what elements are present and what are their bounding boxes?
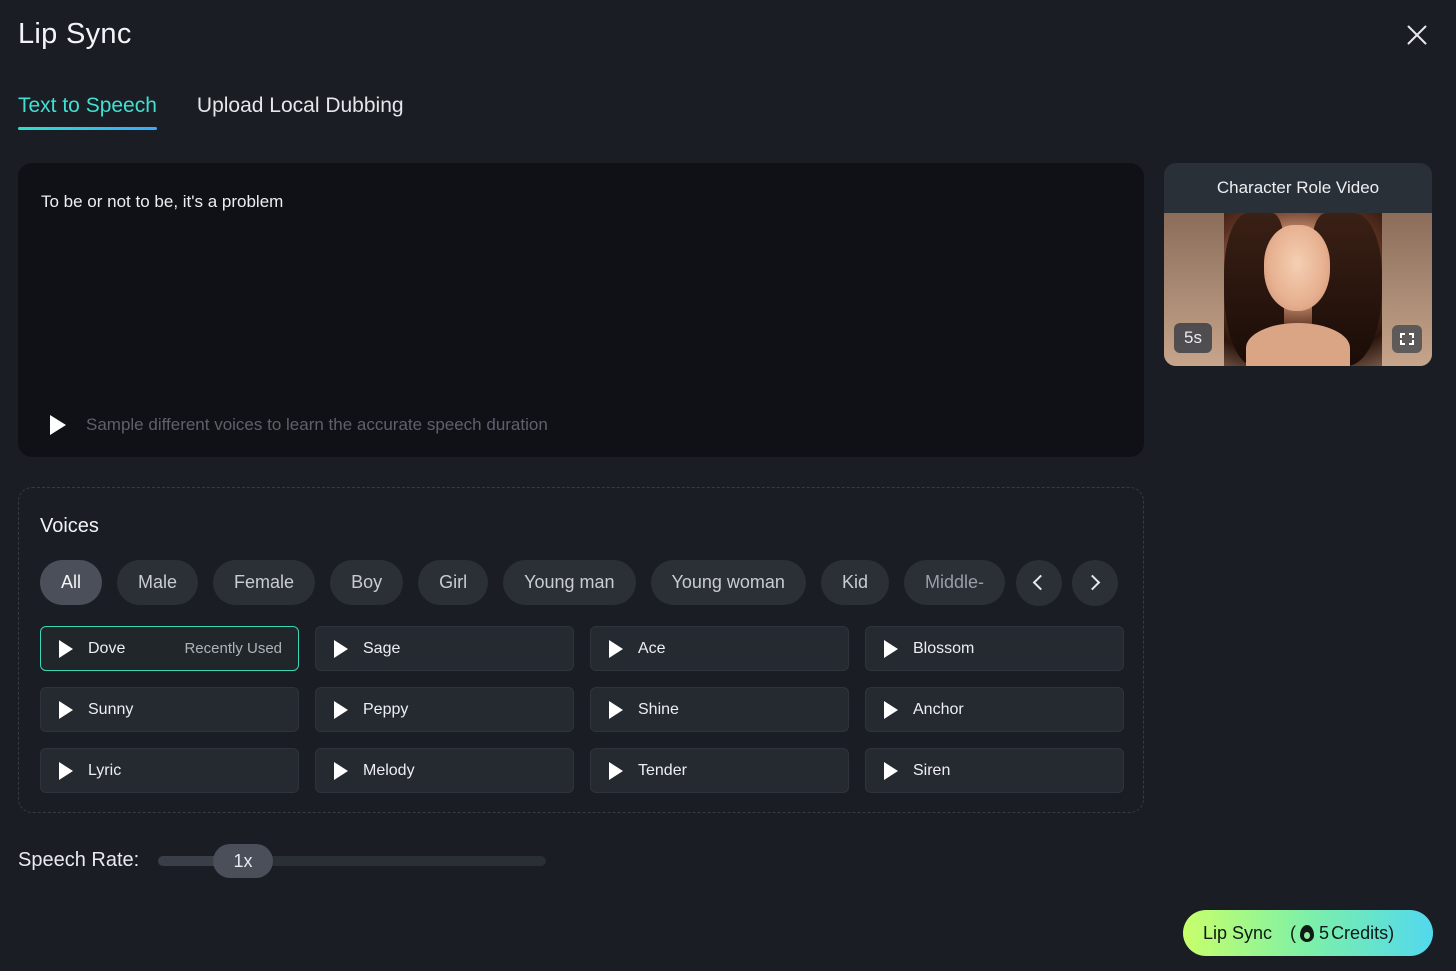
voice-card-melody[interactable]: Melody: [315, 748, 574, 793]
credits-label: Credits): [1331, 922, 1395, 943]
lip-sync-button[interactable]: Lip Sync ( 5 Credits): [1183, 910, 1433, 956]
voice-card-peppy[interactable]: Peppy: [315, 687, 574, 732]
play-icon[interactable]: [59, 761, 73, 780]
script-text[interactable]: To be or not to be, it's a problem: [41, 192, 283, 212]
voice-name: Peppy: [363, 700, 409, 718]
video-duration-badge: 5s: [1174, 323, 1212, 353]
filter-male[interactable]: Male: [117, 560, 199, 605]
chevron-right-icon[interactable]: [1072, 560, 1118, 606]
credits-count: 5: [1319, 922, 1330, 943]
tab-text-to-speech[interactable]: Text to Speech: [18, 94, 157, 130]
voice-name: Sunny: [88, 700, 134, 718]
speech-rate-label: Speech Rate:: [18, 849, 140, 871]
play-icon[interactable]: [609, 639, 623, 658]
tab-bar: Text to Speech Upload Local Dubbing: [18, 94, 404, 130]
voice-name: Dove: [88, 639, 126, 657]
speech-rate-row: Speech Rate: 1x: [18, 844, 546, 878]
filter-female[interactable]: Female: [213, 560, 316, 605]
filter-all[interactable]: All: [40, 560, 103, 605]
voice-name: Melody: [363, 761, 415, 779]
recently-used-badge: Recently Used: [184, 640, 282, 657]
close-icon[interactable]: [1401, 18, 1435, 52]
voice-name: Tender: [638, 761, 687, 779]
script-textarea[interactable]: To be or not to be, it's a problem Sampl…: [18, 163, 1144, 457]
voice-name: Siren: [913, 761, 951, 779]
thumbnail-face: [1264, 225, 1330, 311]
slider-thumb[interactable]: 1x: [213, 844, 273, 878]
play-icon[interactable]: [59, 700, 73, 719]
voice-card-tender[interactable]: Tender: [590, 748, 849, 793]
voice-card-shine[interactable]: Shine: [590, 687, 849, 732]
credits-paren-open: (: [1290, 922, 1297, 943]
speech-rate-slider[interactable]: 1x: [158, 844, 546, 878]
play-icon[interactable]: [334, 639, 348, 658]
voice-name: Anchor: [913, 700, 964, 718]
fullscreen-icon[interactable]: [1392, 325, 1422, 353]
voice-name: Shine: [638, 700, 679, 718]
play-icon[interactable]: [334, 700, 348, 719]
dialog-title: Lip Sync: [18, 18, 132, 50]
flame-icon: [1300, 924, 1315, 942]
voice-name: Lyric: [88, 761, 122, 779]
voice-card-siren[interactable]: Siren: [865, 748, 1124, 793]
filter-middle[interactable]: Middle-: [903, 560, 1005, 605]
play-icon[interactable]: [334, 761, 348, 780]
play-icon[interactable]: [609, 761, 623, 780]
voice-card-sunny[interactable]: Sunny: [40, 687, 299, 732]
voice-card-sage[interactable]: Sage: [315, 626, 574, 671]
chevron-left-icon[interactable]: [1016, 560, 1062, 606]
sample-hint: Sample different voices to learn the acc…: [86, 415, 548, 434]
filter-girl[interactable]: Girl: [418, 560, 489, 605]
voice-filter-bar: All Male Female Boy Girl Young man Young…: [40, 560, 1120, 606]
credits-info: ( 5 Credits): [1290, 923, 1394, 944]
voice-card-ace[interactable]: Ace: [590, 626, 849, 671]
voice-name: Blossom: [913, 639, 975, 657]
character-role-video-panel: Character Role Video 5s: [1164, 163, 1432, 366]
voice-name: Ace: [638, 639, 666, 657]
thumbnail-shoulders: [1246, 323, 1350, 366]
voices-title: Voices: [40, 515, 99, 537]
voice-card-lyric[interactable]: Lyric: [40, 748, 299, 793]
filter-kid[interactable]: Kid: [820, 560, 889, 605]
voice-grid: Dove Recently Used Sage Ace Blossom Sunn…: [40, 626, 1124, 793]
character-panel-title: Character Role Video: [1216, 178, 1380, 197]
voice-card-blossom[interactable]: Blossom: [865, 626, 1124, 671]
tab-upload-local-dubbing[interactable]: Upload Local Dubbing: [197, 94, 404, 130]
filter-young-woman[interactable]: Young woman: [650, 560, 806, 605]
play-icon[interactable]: [609, 700, 623, 719]
play-icon[interactable]: [884, 700, 898, 719]
play-icon[interactable]: [59, 639, 73, 658]
play-icon[interactable]: [884, 639, 898, 658]
voice-card-anchor[interactable]: Anchor: [865, 687, 1124, 732]
filter-boy[interactable]: Boy: [330, 560, 404, 605]
filter-young-man[interactable]: Young man: [503, 560, 636, 605]
play-sample-icon[interactable]: [50, 415, 66, 435]
play-icon[interactable]: [884, 761, 898, 780]
sample-row: Sample different voices to learn the acc…: [50, 415, 548, 435]
lip-sync-label: Lip Sync: [1203, 922, 1273, 943]
voice-card-dove[interactable]: Dove Recently Used: [40, 626, 299, 671]
voice-name: Sage: [363, 639, 401, 657]
voices-panel: Voices All Male Female Boy Girl Young ma…: [18, 487, 1144, 813]
